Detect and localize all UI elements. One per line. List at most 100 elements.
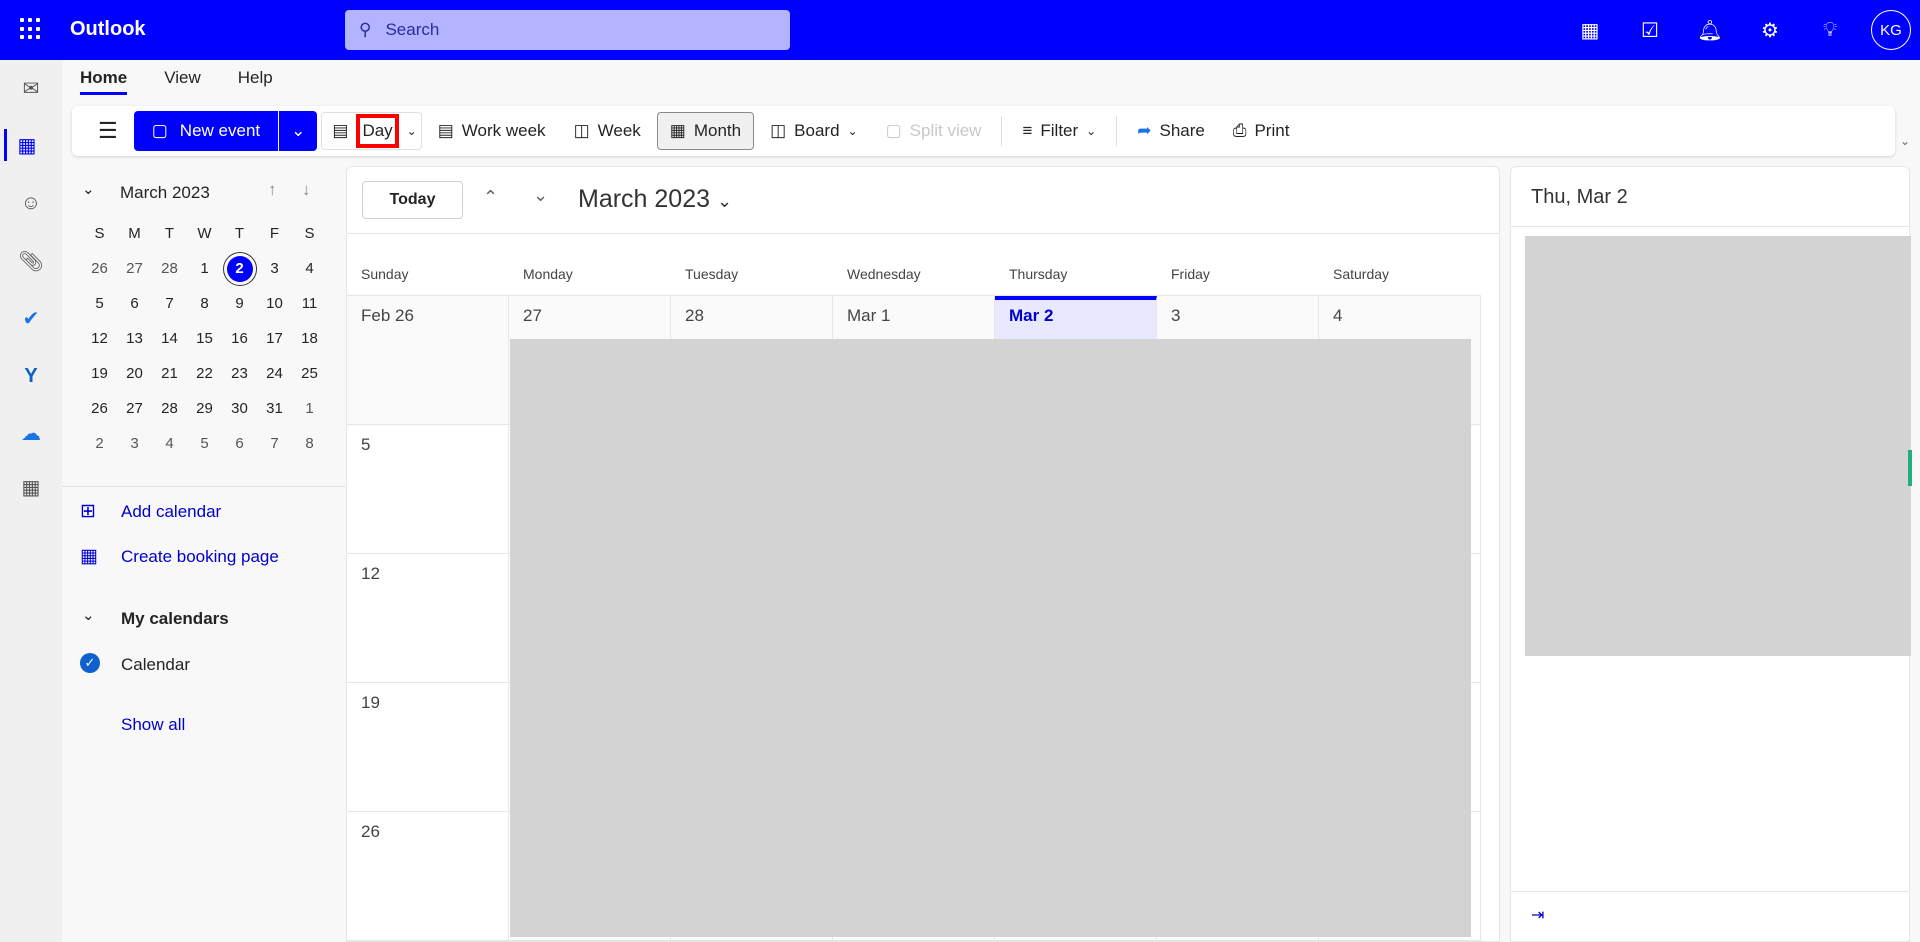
mini-cal-day[interactable]: 1	[187, 251, 222, 286]
mini-cal-day[interactable]: 18	[292, 321, 327, 356]
previous-month-button[interactable]: ⌃	[483, 187, 498, 208]
mini-cal-day[interactable]: 20	[117, 356, 152, 391]
calendar-icon[interactable]: ▦	[4, 129, 47, 161]
mini-cal-day[interactable]: 5	[187, 426, 222, 461]
gear-icon[interactable]: ⚙	[1754, 14, 1786, 46]
mini-cal-day[interactable]: 23	[222, 356, 257, 391]
arrow-down-icon[interactable]: ↓	[302, 180, 311, 200]
mini-cal-day[interactable]: 26	[82, 251, 117, 286]
scroll-indicator[interactable]	[1908, 450, 1912, 486]
share-button[interactable]: ➦ Share	[1125, 112, 1217, 150]
avatar[interactable]: KG	[1871, 10, 1911, 50]
mini-cal-day[interactable]: 22	[187, 356, 222, 391]
add-calendar-link[interactable]: Add calendar	[121, 502, 221, 522]
month-title[interactable]: March 2023 ⌄	[578, 185, 732, 214]
mini-cal-day[interactable]: 28	[152, 251, 187, 286]
week-button[interactable]: ◫ Week	[562, 112, 653, 150]
mini-cal-day[interactable]: 10	[257, 286, 292, 321]
mini-cal-day[interactable]: 16	[222, 321, 257, 356]
chevron-down-icon[interactable]: ⌄	[279, 121, 317, 141]
mini-cal-day[interactable]: 3	[117, 426, 152, 461]
my-day-icon[interactable]: ☑	[1634, 14, 1666, 46]
print-button[interactable]: ⎙ Print	[1221, 112, 1302, 150]
mini-cal-day[interactable]: 3	[257, 251, 292, 286]
month-button[interactable]: ▦ Month	[656, 112, 755, 150]
day-cell[interactable]: Feb 26	[347, 296, 509, 425]
chevron-down-icon[interactable]: ⌄	[82, 606, 95, 624]
today-button[interactable]: Today	[362, 181, 463, 219]
bell-icon[interactable]: 🔔︎	[1694, 14, 1726, 46]
mini-cal-day[interactable]: 7	[257, 426, 292, 461]
next-month-button[interactable]: ⌄	[533, 185, 548, 206]
new-event-button[interactable]: ▢ New event ⌄	[133, 111, 318, 151]
mini-cal-day[interactable]: 4	[152, 426, 187, 461]
mini-cal-day[interactable]: 30	[222, 391, 257, 426]
checkmark-icon[interactable]: ✓	[80, 653, 100, 673]
create-booking-link[interactable]: Create booking page	[121, 547, 279, 567]
mini-cal-day[interactable]: 14	[152, 321, 187, 356]
mini-cal-day[interactable]: 29	[187, 391, 222, 426]
mini-cal-day[interactable]: 25	[292, 356, 327, 391]
mini-cal-day[interactable]: 9	[222, 286, 257, 321]
mini-cal-day[interactable]: 5	[82, 286, 117, 321]
yammer-icon[interactable]: Y	[15, 360, 47, 392]
mini-cal-day[interactable]: 4	[292, 251, 327, 286]
mail-icon[interactable]: ✉	[15, 72, 47, 104]
day-cell[interactable]: 12	[347, 554, 509, 683]
mini-cal-title[interactable]: March 2023	[120, 183, 210, 203]
mini-cal-day[interactable]: 27	[117, 391, 152, 426]
mini-cal-day[interactable]: 17	[257, 321, 292, 356]
tab-home[interactable]: Home	[80, 68, 128, 95]
mini-cal-day[interactable]: 24	[257, 356, 292, 391]
people-icon[interactable]: ☺	[15, 187, 47, 219]
day-cell[interactable]: 26	[347, 812, 509, 941]
day-cell[interactable]: 5	[347, 425, 509, 554]
mini-cal-collapse-icon[interactable]: ⌄	[82, 180, 95, 198]
month-icon: ▦	[669, 121, 686, 140]
day-number: Mar 2	[1009, 306, 1054, 325]
day-cell[interactable]: 19	[347, 683, 509, 812]
onedrive-icon[interactable]: ☁	[15, 417, 47, 449]
mini-cal-day[interactable]: 6	[222, 426, 257, 461]
expand-panel-icon[interactable]: ⇥	[1531, 905, 1544, 925]
tab-help[interactable]: Help	[238, 68, 273, 95]
onenote-icon[interactable]: ▦	[1574, 14, 1606, 46]
mini-cal-day[interactable]: 7	[152, 286, 187, 321]
mini-cal-day[interactable]: 6	[117, 286, 152, 321]
mini-cal-day[interactable]: 8	[187, 286, 222, 321]
search-input[interactable]: ⚲ Search	[345, 10, 790, 50]
my-calendars-heading[interactable]: My calendars	[121, 609, 229, 629]
board-button[interactable]: ◫ Board ⌄	[758, 112, 870, 150]
todo-icon[interactable]: ✔	[15, 302, 47, 334]
mini-cal-day[interactable]: 27	[117, 251, 152, 286]
mini-cal-day[interactable]: 15	[187, 321, 222, 356]
apps-icon[interactable]: ▦	[15, 471, 47, 503]
tab-view[interactable]: View	[164, 68, 201, 95]
mini-cal-day[interactable]: 19	[82, 356, 117, 391]
mini-cal-day[interactable]: 1	[292, 391, 327, 426]
arrow-up-icon[interactable]: ↑	[268, 180, 277, 200]
work-week-button[interactable]: ▤ Work week	[426, 112, 558, 150]
mini-cal-day[interactable]: 2	[82, 426, 117, 461]
filter-button[interactable]: ≡ Filter ⌄	[1010, 112, 1108, 150]
calendar-item[interactable]: Calendar	[121, 655, 190, 675]
mini-cal-day[interactable]: 8	[292, 426, 327, 461]
print-label: Print	[1254, 121, 1290, 140]
day-view-button[interactable]: ▤ Day ⌄	[321, 112, 422, 150]
mini-cal-day[interactable]: 21	[152, 356, 187, 391]
mini-cal-day[interactable]: 31	[257, 391, 292, 426]
attachment-icon[interactable]: 📎︎	[15, 245, 47, 277]
mini-cal-day[interactable]: 26	[82, 391, 117, 426]
split-view-button[interactable]: ▢ Split view	[874, 112, 994, 150]
menu-button[interactable]: ☰	[86, 112, 130, 150]
mini-cal-day[interactable]: 11	[292, 286, 327, 321]
mini-cal-day[interactable]: 12	[82, 321, 117, 356]
app-launcher-icon[interactable]	[20, 18, 42, 40]
mini-cal-day[interactable]: 2	[222, 251, 257, 286]
redacted-region	[510, 339, 1471, 937]
expand-ribbon-icon[interactable]: ⌄	[1900, 134, 1910, 148]
mini-cal-day[interactable]: 13	[117, 321, 152, 356]
mini-cal-day[interactable]: 28	[152, 391, 187, 426]
lightbulb-icon[interactable]: 💡︎	[1814, 14, 1846, 46]
show-all-link[interactable]: Show all	[121, 715, 185, 735]
